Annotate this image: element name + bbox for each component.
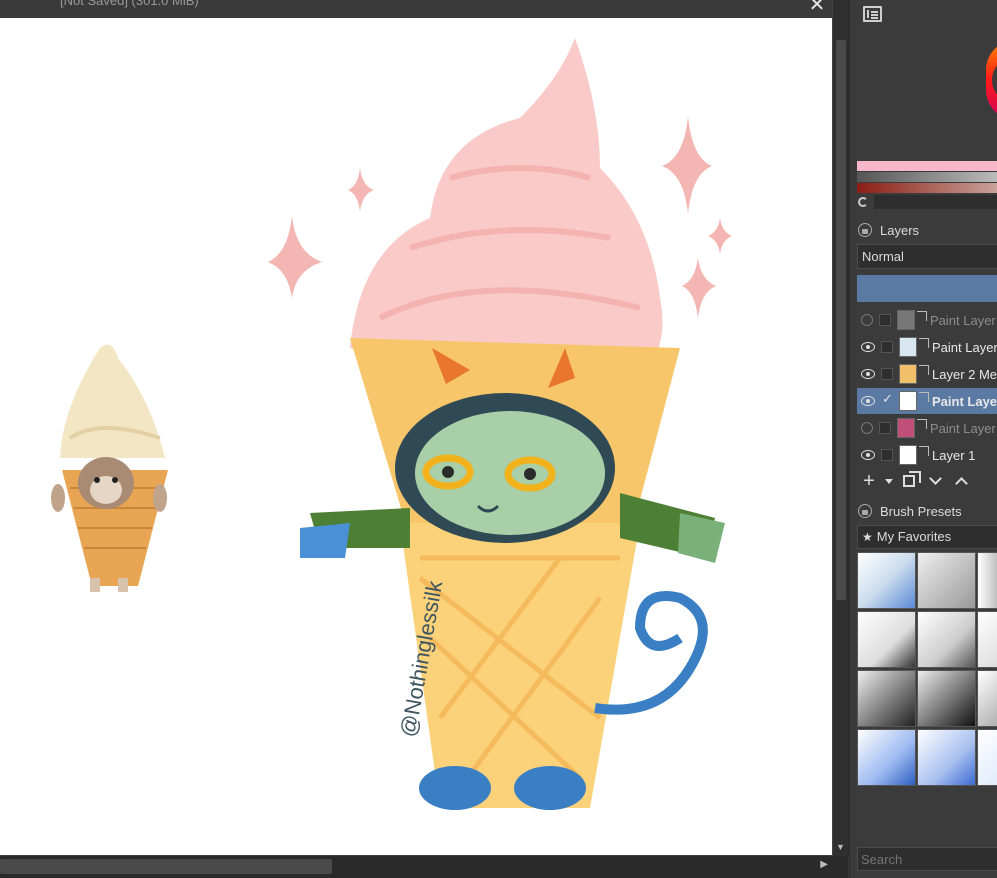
layer-name: Paint Layer (932, 339, 997, 355)
layer-checkbox[interactable] (881, 341, 893, 353)
layer-name: Layer 2 Merged (932, 366, 997, 382)
add-layer-dropdown-icon[interactable] (883, 469, 895, 493)
layer-row[interactable]: Paint Layer (857, 415, 997, 441)
history-color-bar[interactable] (857, 183, 997, 193)
brush-preset-tile[interactable] (917, 552, 976, 609)
blend-mode-select[interactable]: Normal (857, 244, 997, 269)
brush-tag-select[interactable]: ★ My Favorites (857, 525, 997, 549)
visibility-eye-icon[interactable] (861, 396, 875, 406)
brush-preset-tile[interactable] (917, 670, 976, 727)
drawing-canvas[interactable]: @Nothinglessilk (0, 18, 832, 855)
value-slider-bar[interactable] (857, 172, 997, 182)
layer-row[interactable]: Layer 2 Merged (857, 361, 997, 387)
layer-thumbnail (899, 364, 917, 384)
visibility-hidden-icon[interactable] (861, 422, 873, 434)
inherit-alpha-icon[interactable] (919, 365, 929, 375)
layer-checkbox-checked[interactable]: ✓ (881, 391, 893, 407)
layers-docker-header: Layers (850, 219, 997, 241)
brush-preset-tile[interactable] (917, 611, 976, 668)
vertical-scrollbar[interactable]: ▼ (832, 0, 849, 856)
layer-properties-bar[interactable] (857, 275, 997, 302)
document-title: [Not Saved] (301.0 MiB) (60, 0, 199, 8)
layer-row[interactable]: Paint Layer (857, 334, 997, 360)
layer-thumbnail (899, 337, 917, 357)
lock-icon[interactable] (858, 223, 872, 237)
visibility-hidden-icon[interactable] (861, 314, 873, 326)
star-icon: ★ (862, 530, 873, 544)
layer-name: Layer 1 (932, 447, 976, 463)
visibility-eye-icon[interactable] (861, 369, 875, 379)
move-layer-up-icon[interactable] (949, 469, 973, 493)
inherit-alpha-icon[interactable] (919, 392, 929, 402)
cat-cone-photo (51, 344, 168, 592)
horizontal-scrollbar[interactable]: ▶ (0, 856, 832, 878)
layer-thumbnail (897, 418, 915, 438)
brush-preset-grid (857, 552, 997, 792)
brush-preset-tile[interactable] (977, 611, 997, 668)
color-swatch-strip[interactable] (874, 195, 997, 209)
brush-preset-tile[interactable] (857, 611, 916, 668)
color-selector-wheel[interactable] (986, 40, 997, 120)
foreground-color-bar[interactable] (857, 161, 997, 171)
brush-preset-tile[interactable] (977, 729, 997, 786)
layer-checkbox[interactable] (879, 422, 891, 434)
artwork: @Nothinglessilk (51, 38, 732, 810)
scroll-right-arrow-icon[interactable]: ▶ (820, 859, 828, 870)
add-layer-icon[interactable]: + (857, 469, 881, 493)
scroll-down-arrow-icon[interactable]: ▼ (836, 842, 845, 852)
duplicate-layer-icon[interactable] (897, 469, 921, 493)
reset-colors-icon[interactable] (858, 197, 868, 207)
brush-preset-tile[interactable] (977, 670, 997, 727)
brush-preset-tile[interactable] (977, 552, 997, 609)
layer-row-selected[interactable]: ✓ Paint Layer (857, 388, 997, 414)
check-icon: ✓ (882, 391, 893, 406)
right-docker-panel: Layers Normal Paint Layer Paint Layer La… (849, 0, 997, 878)
layer-name: Paint Layer (930, 312, 996, 328)
layer-name: Paint Layer (930, 420, 996, 436)
docker-toggle-icon[interactable] (863, 6, 882, 22)
inherit-alpha-icon[interactable] (919, 446, 929, 456)
scroll-corner (832, 856, 848, 878)
close-document-button[interactable]: ✕ (806, 0, 828, 17)
visibility-eye-icon[interactable] (861, 342, 875, 352)
layer-thumbnail (897, 310, 915, 330)
brush-search-input[interactable] (857, 847, 997, 871)
vertical-scroll-thumb[interactable] (836, 40, 846, 600)
layer-row[interactable]: Layer 1 (857, 442, 997, 468)
brush-preset-tile[interactable] (857, 729, 916, 786)
horizontal-scroll-thumb[interactable] (0, 859, 332, 874)
layer-list: Paint Layer Paint Layer Layer 2 Merged ✓… (857, 307, 997, 467)
visibility-eye-icon[interactable] (861, 450, 875, 460)
brush-preset-tile[interactable] (857, 552, 916, 609)
move-layer-down-icon[interactable] (923, 469, 947, 493)
brush-preset-tile[interactable] (857, 670, 916, 727)
layer-name: Paint Layer (932, 393, 997, 409)
layer-checkbox[interactable] (881, 368, 893, 380)
layer-checkbox[interactable] (881, 449, 893, 461)
layer-toolbar: + (857, 468, 997, 494)
brush-presets-title: Brush Presets (880, 503, 962, 519)
layers-title: Layers (880, 222, 920, 238)
layer-checkbox[interactable] (879, 314, 891, 326)
brush-preset-tile[interactable] (917, 729, 976, 786)
inherit-alpha-icon[interactable] (917, 419, 927, 429)
inherit-alpha-icon[interactable] (919, 338, 929, 348)
lock-icon[interactable] (858, 504, 872, 518)
soft-serve (350, 38, 663, 384)
layer-thumbnail (899, 445, 917, 465)
inherit-alpha-icon[interactable] (917, 311, 927, 321)
layer-thumbnail (899, 391, 917, 411)
brush-tag-label: My Favorites (876, 529, 952, 544)
brush-presets-header: Brush Presets (850, 500, 997, 522)
document-titlebar: [Not Saved] (301.0 MiB) ✕ (0, 0, 832, 18)
layer-row[interactable]: Paint Layer (857, 307, 997, 333)
